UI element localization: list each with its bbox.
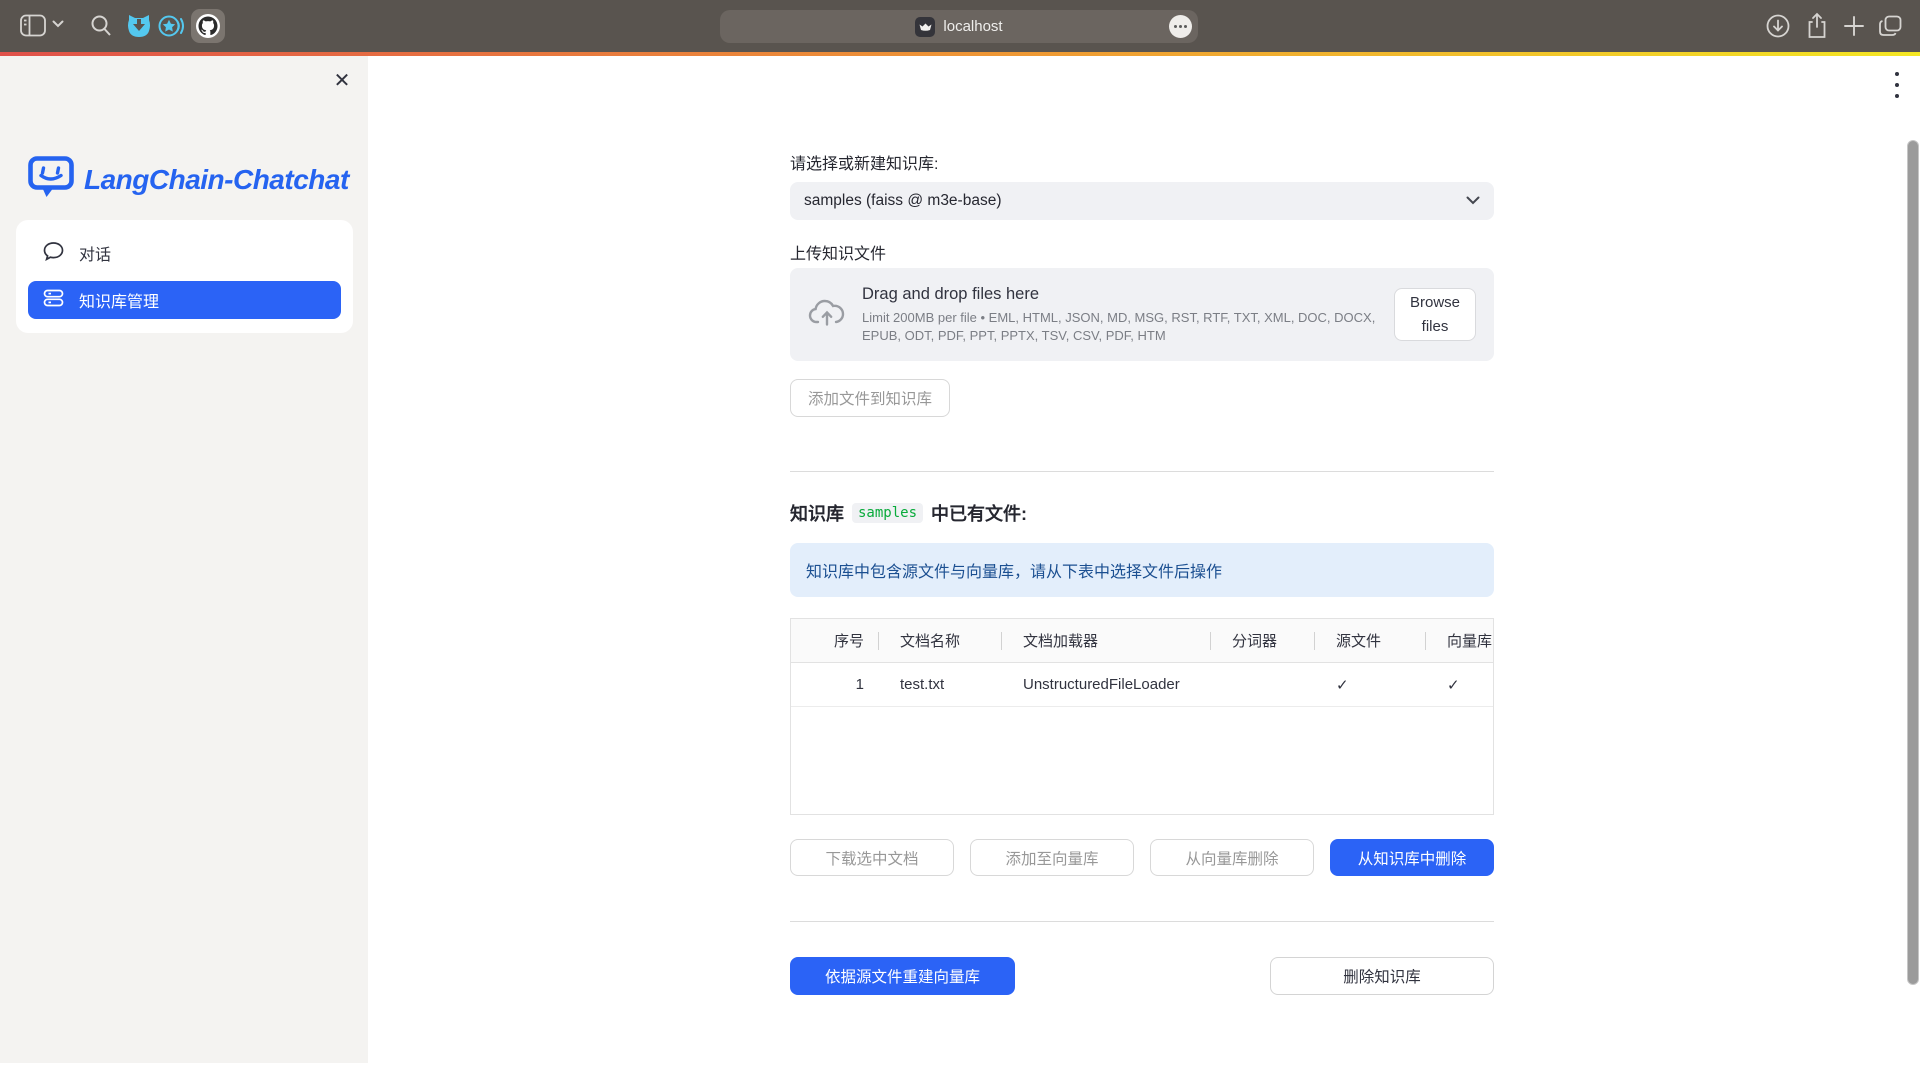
cell-splitter (1210, 663, 1314, 706)
column-header[interactable]: 向量库 (1425, 619, 1493, 662)
sidebar: ✕ LangChain-Chatchat 对话 (0, 56, 368, 1063)
app-menu-kebab-icon[interactable] (1891, 68, 1903, 102)
column-header[interactable]: 源文件 (1314, 619, 1425, 662)
sidebar-item-knowledge-base[interactable]: 知识库管理 (28, 281, 341, 319)
cell-source-check: ✓ (1314, 663, 1425, 706)
kb-selected-value: samples (faiss @ m3e-base) (804, 192, 1466, 210)
tabs-overview-icon[interactable] (1878, 14, 1903, 38)
url-text: localhost (943, 18, 1002, 35)
scrollbar-thumb[interactable] (1907, 140, 1919, 985)
cell-index: 1 (791, 663, 878, 706)
row-actions: 下载选中文档 添加至向量库 从向量库删除 从知识库中删除 (790, 839, 1494, 876)
add-to-vector-store-button[interactable]: 添加至向量库 (970, 839, 1134, 876)
browse-files-button[interactable]: Browse files (1394, 288, 1476, 341)
section-divider (790, 921, 1494, 922)
kb-heading-prefix: 知识库 (790, 500, 844, 526)
github-extension-icon[interactable] (191, 9, 225, 43)
delete-kb-button[interactable]: 删除知识库 (1270, 957, 1494, 995)
sidebar-close-icon[interactable]: ✕ (328, 66, 356, 94)
info-banner: 知识库中包含源文件与向量库，请从下表中选择文件后操作 (790, 543, 1494, 597)
bottom-actions: 依据源文件重建向量库 删除知识库 (790, 957, 1494, 995)
kb-select-label: 请选择或新建知识库: (790, 150, 1494, 174)
table-header-row: 序号 文档名称 文档加载器 分词器 源文件 向量库 (791, 619, 1493, 663)
column-header[interactable]: 分词器 (1210, 619, 1314, 662)
browser-toolbar: localhost (0, 0, 1920, 52)
sidebar-item-label: 对话 (79, 241, 111, 265)
address-bar[interactable]: localhost (720, 10, 1198, 43)
dropzone-hint: Limit 200MB per file • EML, HTML, JSON, … (862, 309, 1392, 344)
sidebar-item-dialogue[interactable]: 对话 (28, 234, 341, 272)
delete-from-kb-button[interactable]: 从知识库中删除 (1330, 839, 1494, 876)
chevron-down-icon[interactable] (52, 20, 64, 28)
cat-catch-extension-icon[interactable] (127, 13, 151, 39)
app-logo: LangChain-Chatchat (28, 156, 349, 203)
column-header[interactable]: 文档加载器 (1001, 619, 1210, 662)
site-favicon (915, 17, 935, 37)
kb-name-code: samples (852, 503, 923, 523)
section-divider (790, 471, 1494, 472)
dropzone-title: Drag and drop files here (862, 285, 1394, 304)
upload-label: 上传知识文件 (790, 240, 1494, 264)
remove-from-vector-store-button[interactable]: 从向量库删除 (1150, 839, 1314, 876)
cell-loader: UnstructuredFileLoader (1001, 663, 1210, 706)
main-content: 请选择或新建知识库: samples (faiss @ m3e-base) 上传… (790, 56, 1494, 995)
download-icon[interactable] (1766, 14, 1790, 38)
cell-vector-check: ✓ (1425, 663, 1493, 706)
download-selected-button[interactable]: 下载选中文档 (790, 839, 954, 876)
kb-selectbox[interactable]: samples (faiss @ m3e-base) (790, 182, 1494, 220)
table-row[interactable]: 1 test.txt UnstructuredFileLoader ✓ ✓ (791, 663, 1493, 707)
sidebar-nav: 对话 知识库管理 (16, 220, 353, 333)
new-tab-icon[interactable] (1843, 15, 1865, 37)
column-header[interactable]: 文档名称 (878, 619, 1001, 662)
kb-files-heading: 知识库 samples 中已有文件: (790, 500, 1494, 526)
selectbox-chevron-icon (1466, 192, 1480, 210)
page-more-button[interactable] (1169, 15, 1192, 38)
logo-text: LangChain-Chatchat (84, 164, 349, 196)
search-icon[interactable] (90, 14, 112, 37)
share-icon[interactable] (1805, 12, 1829, 40)
sidebar-item-label: 知识库管理 (79, 288, 159, 312)
rebuild-vector-store-button[interactable]: 依据源文件重建向量库 (790, 957, 1015, 995)
sidebar-toggle-icon[interactable] (20, 14, 46, 37)
logo-chat-icon (28, 156, 74, 203)
app-viewport: ✕ LangChain-Chatchat 对话 (0, 56, 1920, 1080)
column-header[interactable]: 序号 (791, 619, 878, 662)
cell-doc-name: test.txt (878, 663, 1001, 706)
broadcast-extension-icon[interactable] (158, 13, 186, 39)
dropzone-texts: Drag and drop files here Limit 200MB per… (862, 285, 1394, 344)
kb-heading-suffix: 中已有文件: (931, 500, 1027, 526)
database-icon (43, 288, 64, 313)
file-dropzone[interactable]: Drag and drop files here Limit 200MB per… (790, 268, 1494, 361)
cloud-upload-icon (808, 296, 846, 333)
chat-bubble-icon (43, 241, 64, 266)
kb-files-table: 序号 文档名称 文档加载器 分词器 源文件 向量库 1 test.txt Uns… (790, 618, 1494, 815)
add-files-to-kb-button[interactable]: 添加文件到知识库 (790, 379, 950, 417)
